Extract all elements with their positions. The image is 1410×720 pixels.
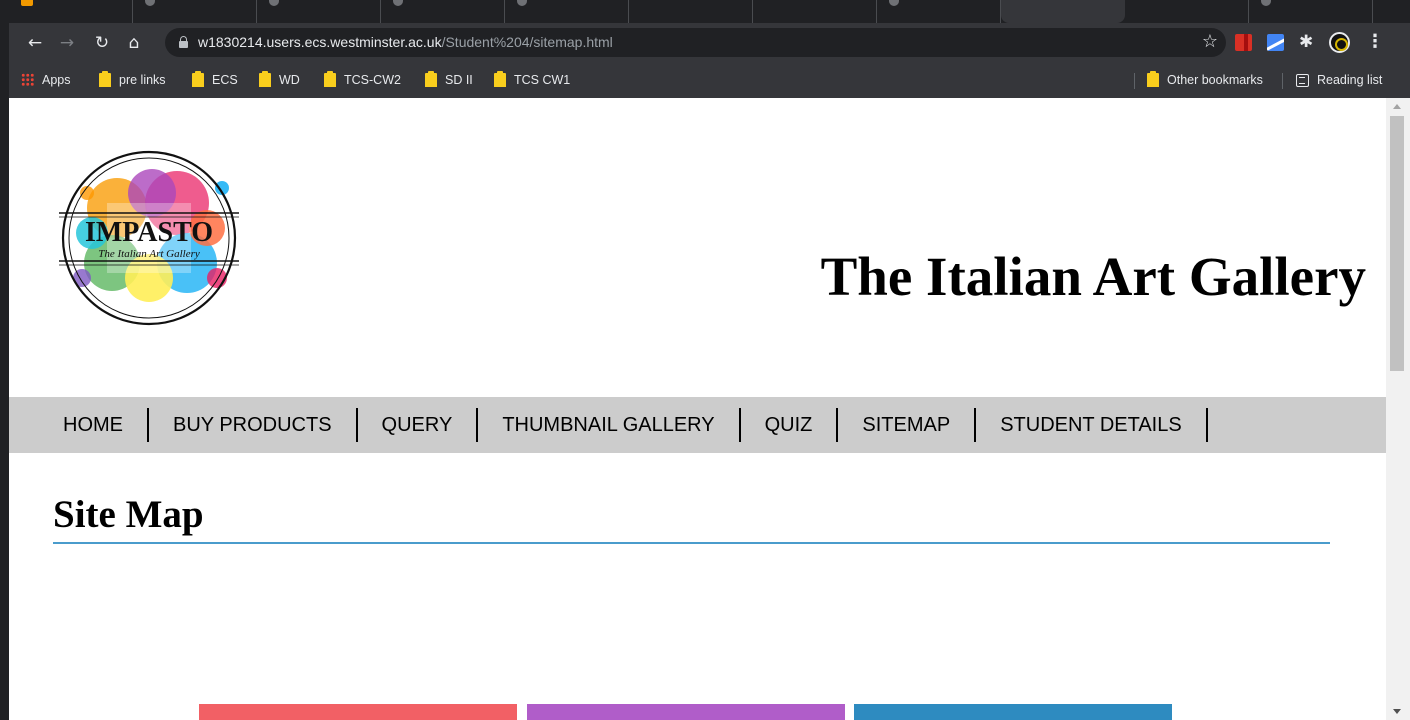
tab-favicon-icon [889, 0, 899, 6]
browser-toolbar: ← → ↻ ⌂ w1830214.users.ecs.westminster.a… [9, 23, 1410, 62]
url-host: w1830214.users.ecs.westminster.ac.uk [198, 34, 442, 50]
tab-favicon-icon [21, 0, 33, 6]
forward-arrow-icon[interactable]: → [55, 31, 79, 55]
logo-name: IMPASTO [85, 217, 213, 248]
bookmark-apps[interactable]: Apps [21, 71, 71, 89]
nav-student-details[interactable]: STUDENT DETAILS [976, 408, 1208, 442]
nav-buy-products[interactable]: BUY PRODUCTS [149, 408, 358, 442]
bookmark-label: SD II [445, 73, 473, 87]
vertical-scrollbar[interactable] [1386, 98, 1410, 720]
folder-icon [324, 71, 336, 87]
window-edge [0, 0, 9, 720]
tab-favicon-icon [1261, 0, 1271, 6]
reading-list-icon [1296, 74, 1309, 87]
browser-tab[interactable] [629, 0, 753, 23]
folder-icon [99, 71, 111, 87]
nav-thumbnail-gallery[interactable]: THUMBNAIL GALLERY [478, 408, 741, 442]
scroll-down-arrow-icon[interactable] [1393, 709, 1401, 714]
browser-tab[interactable] [753, 0, 877, 23]
nav-quiz[interactable]: QUIZ [741, 408, 839, 442]
red-extension-icon[interactable] [1235, 34, 1252, 51]
tab-favicon-icon [269, 0, 279, 6]
impasto-logo: IMPASTO The Italian Art Gallery [59, 150, 239, 326]
bookmark-ecs[interactable]: ECS [192, 71, 238, 89]
bookmark-tcs-cw1[interactable]: TCS CW1 [494, 71, 570, 89]
tab-strip [9, 0, 1410, 23]
reading-list-button[interactable]: Reading list [1296, 71, 1382, 89]
address-bar[interactable]: w1830214.users.ecs.westminster.ac.uk/Stu… [165, 28, 1226, 57]
bookmark-label: pre links [119, 73, 166, 87]
tab-favicon-icon [393, 0, 403, 6]
browser-tab[interactable] [877, 0, 1001, 23]
apps-grid-icon [21, 73, 34, 86]
bookmark-label: WD [279, 73, 300, 87]
nav-query[interactable]: QUERY [358, 408, 479, 442]
folder-icon [1147, 71, 1159, 87]
bookmark-label: ECS [212, 73, 238, 87]
browser-tab[interactable] [1125, 0, 1249, 23]
sitemap-tile-red[interactable] [199, 704, 517, 720]
other-bookmarks-label: Other bookmarks [1167, 73, 1263, 87]
blue-extension-icon[interactable] [1267, 34, 1284, 51]
bookmark-label: TCS CW1 [514, 73, 571, 87]
tab-favicon-icon [517, 0, 527, 6]
browser-menu-icon[interactable]: ⋮ [1365, 31, 1385, 53]
browser-tab[interactable] [381, 0, 505, 23]
bookmarks-divider [1282, 73, 1283, 89]
nav-sitemap[interactable]: SITEMAP [838, 408, 977, 442]
sitemap-tile-blue[interactable] [854, 704, 1172, 720]
folder-icon [259, 71, 271, 87]
bookmark-tcs-cw2[interactable]: TCS-CW2 [324, 71, 401, 89]
active-tab[interactable] [1001, 0, 1125, 23]
bookmark-label: Apps [42, 73, 71, 87]
page-viewport: IMPASTO The Italian Art Gallery The Ital… [9, 98, 1386, 720]
folder-icon [192, 71, 204, 87]
home-icon[interactable]: ⌂ [122, 31, 146, 55]
folder-icon [494, 71, 506, 87]
browser-tab[interactable] [1249, 0, 1373, 23]
bookmark-sd-ii[interactable]: SD II [425, 71, 473, 89]
lock-icon[interactable] [179, 36, 188, 48]
main-navigation: HOME BUY PRODUCTS QUERY THUMBNAIL GALLER… [9, 397, 1386, 453]
page-heading: Site Map [53, 490, 1330, 544]
tab-favicon-icon [145, 0, 155, 6]
bookmark-pre-links[interactable]: pre links [99, 71, 166, 89]
url-path: /Student%204/sitemap.html [441, 34, 613, 50]
scrollbar-thumb[interactable] [1390, 116, 1404, 371]
bookmark-wd[interactable]: WD [259, 71, 300, 89]
sitemap-tile-purple[interactable] [527, 704, 845, 720]
reload-icon[interactable]: ↻ [90, 31, 114, 55]
browser-tab[interactable] [133, 0, 257, 23]
bookmarks-bar: Apps pre links ECS WD TCS-CW2 SD II TCS … [9, 62, 1410, 98]
browser-tab[interactable] [505, 0, 629, 23]
back-arrow-icon[interactable]: ← [23, 31, 47, 55]
scroll-up-arrow-icon[interactable] [1393, 104, 1401, 109]
extensions-puzzle-icon[interactable]: ✱ [1299, 34, 1316, 51]
nav-home[interactable]: HOME [63, 408, 149, 442]
logo-tagline: The Italian Art Gallery [98, 248, 200, 260]
site-title: The Italian Art Gallery [820, 246, 1366, 307]
browser-tab[interactable] [257, 0, 381, 23]
bookmarks-divider [1134, 73, 1135, 89]
bookmark-other[interactable]: Other bookmarks [1147, 71, 1263, 89]
profile-avatar-icon[interactable] [1329, 32, 1350, 53]
folder-icon [425, 71, 437, 87]
reading-list-label: Reading list [1317, 73, 1383, 87]
browser-tab[interactable] [9, 0, 133, 23]
bookmark-label: TCS-CW2 [344, 73, 401, 87]
url-text[interactable]: w1830214.users.ecs.westminster.ac.uk/Stu… [198, 34, 613, 51]
bookmark-star-icon[interactable]: ☆ [1202, 31, 1218, 53]
